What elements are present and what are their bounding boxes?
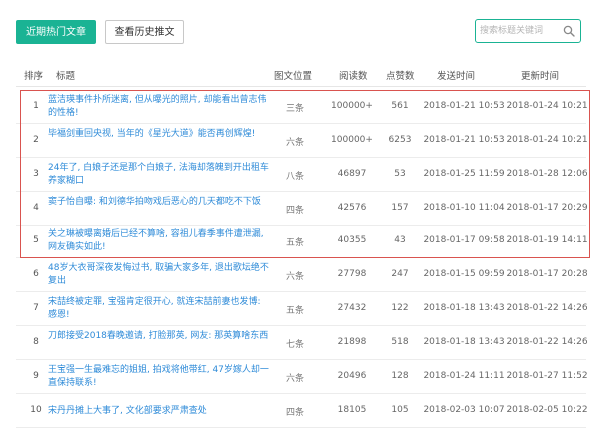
row-position: 六条 bbox=[285, 138, 304, 148]
toolbar: 近期热门文章 查看历史推文 bbox=[0, 0, 600, 60]
row-index: 6 bbox=[33, 269, 39, 279]
recent-hot-articles-button[interactable]: 近期热门文章 bbox=[16, 20, 96, 44]
row-position: 五条 bbox=[285, 306, 304, 316]
row-reads: 27432 bbox=[337, 303, 367, 313]
header-reads: 阅读数 bbox=[339, 71, 368, 82]
row-index: 2 bbox=[33, 135, 39, 145]
article-title-link[interactable]: 蓝洁瑛事件扑所迷离, 但从曝光的照片, 却能看出曾志伟的性格! bbox=[48, 94, 270, 120]
row-update-time: 2018-01-22 14:26 bbox=[506, 337, 588, 347]
row-reads: 40355 bbox=[337, 235, 367, 245]
row-likes: 518 bbox=[391, 337, 409, 347]
row-reads: 100000+ bbox=[331, 135, 373, 145]
row-position: 八条 bbox=[285, 172, 304, 182]
article-title-link[interactable]: 24年了, 白娘子还是那个白娘子, 法海却落魄到开出租车养家糊口 bbox=[48, 162, 270, 188]
table-row: 6 48岁大衣哥深夜发悔过书, 取骗大家多年, 退出歌坛绝不复出 六条 27798 24… bbox=[16, 258, 587, 292]
row-position: 四条 bbox=[285, 408, 304, 418]
article-title-link[interactable]: 宋喆终被定罪, 宝强肯定很开心, 就连宋喆前妻也发博: 感恩! bbox=[48, 296, 270, 322]
article-title-link[interactable]: 关之琳被曝离婚后已经不算啥, 容祖儿春季事件遭泄漏, 网友确实如此! bbox=[48, 228, 270, 254]
row-reads: 46897 bbox=[337, 169, 367, 179]
row-position: 五条 bbox=[285, 238, 304, 248]
row-update-time: 2018-01-19 14:11 bbox=[506, 235, 588, 245]
table-row: 2 毕福剑重回央视, 当年的《星光大道》能否再创辉煌! 六条 100000+ 6253 2… bbox=[16, 124, 587, 158]
row-reads: 27798 bbox=[337, 269, 367, 279]
row-publish-time: 2018-01-15 09:59 bbox=[423, 269, 505, 279]
header-likes: 点赞数 bbox=[386, 71, 415, 82]
row-index: 9 bbox=[33, 371, 39, 381]
row-reads: 42576 bbox=[337, 203, 367, 213]
row-reads: 21898 bbox=[337, 337, 367, 347]
row-update-time: 2018-01-22 14:26 bbox=[506, 303, 588, 313]
article-title-link[interactable]: 48岁大衣哥深夜发悔过书, 取骗大家多年, 退出歌坛绝不复出 bbox=[48, 262, 270, 288]
header-title: 标题 bbox=[56, 71, 76, 82]
row-index: 10 bbox=[30, 405, 42, 415]
row-index: 8 bbox=[33, 337, 39, 347]
row-position: 四条 bbox=[285, 206, 304, 216]
row-update-time: 2018-02-05 10:22 bbox=[506, 405, 588, 415]
table-header: 排序 标题 图文位置 阅读数 点赞数 发送时间 更新时间 bbox=[16, 62, 586, 87]
article-title-link[interactable]: 王宝强一生最难忘的姐姐, 拍戏将他带红, 47岁嫁人却一直保持联系! bbox=[48, 364, 270, 390]
row-publish-time: 2018-02-03 10:07 bbox=[423, 405, 505, 415]
table-row: 1 蓝洁瑛事件扑所迷离, 但从曝光的照片, 却能看出曾志伟的性格! 三条 100000… bbox=[16, 90, 587, 124]
row-position: 三条 bbox=[285, 104, 304, 114]
article-title-link[interactable]: 窦子怡自曝: 和刘德华拍吻戏后恶心的几天都吃不下饭 bbox=[48, 196, 270, 209]
row-index: 3 bbox=[33, 169, 39, 179]
row-update-time: 2018-01-17 20:28 bbox=[506, 269, 588, 279]
table-row: 5 关之琳被曝离婚后已经不算啥, 容祖儿春季事件遭泄漏, 网友确实如此! 五条 403… bbox=[16, 224, 587, 258]
article-title-link[interactable]: 毕福剑重回央视, 当年的《星光大道》能否再创辉煌! bbox=[48, 128, 270, 141]
row-likes: 122 bbox=[391, 303, 409, 313]
row-update-time: 2018-01-24 10:21 bbox=[506, 101, 588, 111]
row-publish-time: 2018-01-18 13:43 bbox=[423, 303, 505, 313]
table-row: 8 刀郎接受2018春晚邀请, 打脸那英, 网友: 那英算啥东西七条 21898 51… bbox=[16, 326, 587, 360]
search-icon[interactable] bbox=[563, 25, 575, 37]
row-reads: 20496 bbox=[337, 371, 367, 381]
row-position: 六条 bbox=[285, 374, 304, 384]
table-row: 3 24年了, 白娘子还是那个白娘子, 法海却落魄到开出租车养家糊口 八条 46897… bbox=[16, 158, 587, 192]
view-history-button[interactable]: 查看历史推文 bbox=[105, 20, 184, 44]
article-title-link[interactable]: 刀郎接受2018春晚邀请, 打脸那英, 网友: 那英算啥东西 bbox=[48, 330, 270, 343]
header-index: 排序 bbox=[24, 71, 44, 82]
row-likes: 247 bbox=[391, 269, 409, 279]
row-publish-time: 2018-01-18 13:43 bbox=[423, 337, 505, 347]
row-update-time: 2018-01-17 20:29 bbox=[506, 203, 588, 213]
row-update-time: 2018-01-28 12:06 bbox=[506, 169, 588, 179]
search-box bbox=[475, 19, 581, 43]
row-publish-time: 2018-01-21 10:53 bbox=[423, 135, 505, 145]
row-update-time: 2018-01-27 11:52 bbox=[506, 371, 588, 381]
row-update-time: 2018-01-24 10:21 bbox=[506, 135, 588, 145]
row-publish-time: 2018-01-25 11:59 bbox=[423, 169, 505, 179]
row-likes: 157 bbox=[391, 203, 409, 213]
row-reads: 18105 bbox=[337, 405, 367, 415]
article-title-link[interactable]: 宋丹丹摊上大事了, 文化部要求严肃查处 bbox=[48, 405, 270, 418]
row-position: 七条 bbox=[285, 340, 304, 350]
row-likes: 43 bbox=[394, 235, 406, 245]
row-reads: 100000+ bbox=[331, 101, 373, 111]
row-index: 1 bbox=[33, 101, 39, 111]
row-likes: 561 bbox=[391, 101, 409, 111]
row-likes: 53 bbox=[394, 169, 406, 179]
row-publish-time: 2018-01-17 09:58 bbox=[423, 235, 505, 245]
row-likes: 105 bbox=[391, 405, 409, 415]
row-index: 5 bbox=[33, 235, 39, 245]
header-publish-time: 发送时间 bbox=[437, 71, 476, 82]
table-row: 9 王宝强一生最难忘的姐姐, 拍戏将他带红, 47岁嫁人却一直保持联系! 六条 204… bbox=[16, 360, 587, 394]
row-index: 7 bbox=[33, 303, 39, 313]
row-position: 六条 bbox=[285, 272, 304, 282]
table-row: 4 窦子怡自曝: 和刘德华拍吻戏后恶心的几天都吃不下饭四条 42576 157 2018… bbox=[16, 192, 587, 226]
row-index: 4 bbox=[33, 203, 39, 213]
row-likes: 6253 bbox=[388, 135, 412, 145]
row-publish-time: 2018-01-21 10:53 bbox=[423, 101, 505, 111]
search-input[interactable] bbox=[480, 23, 560, 39]
row-publish-time: 2018-01-24 11:11 bbox=[423, 371, 505, 381]
header-position: 图文位置 bbox=[274, 71, 313, 82]
row-publish-time: 2018-01-10 11:04 bbox=[423, 203, 505, 213]
table-row: 7 宋喆终被定罪, 宝强肯定很开心, 就连宋喆前妻也发博: 感恩! 五条 27432 1… bbox=[16, 292, 587, 326]
row-likes: 128 bbox=[391, 371, 409, 381]
header-update-time: 更新时间 bbox=[521, 71, 560, 82]
